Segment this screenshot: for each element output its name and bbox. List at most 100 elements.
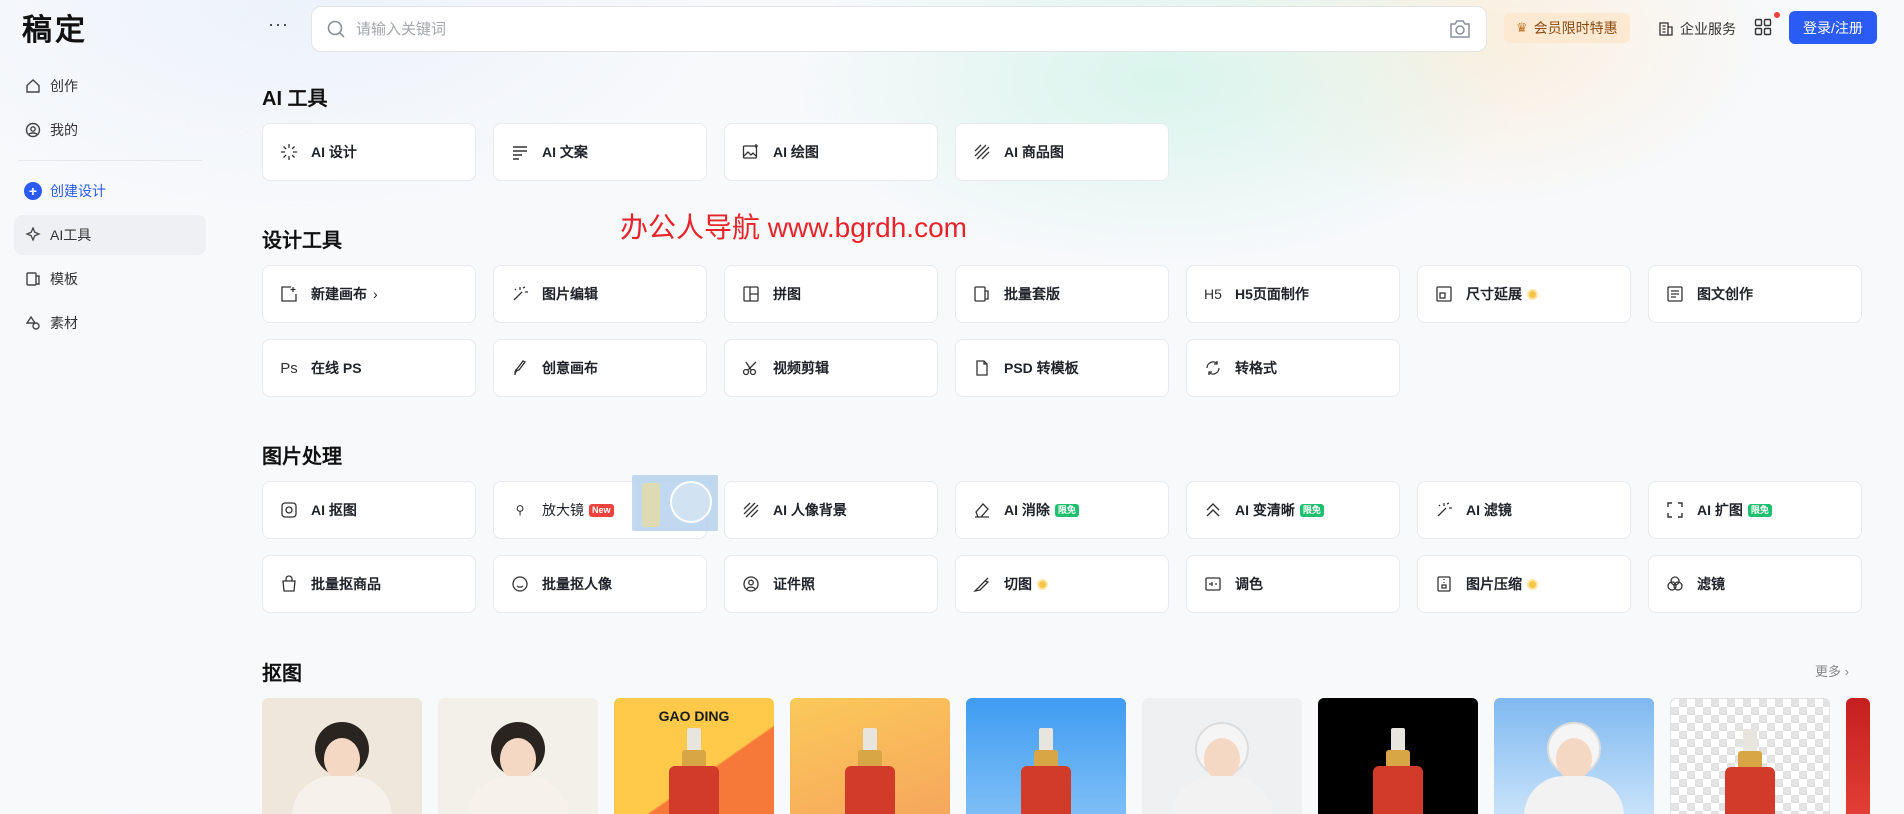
thumb-gaoding-bottle[interactable]: GAO DING xyxy=(614,698,774,814)
bottle-cap-shape xyxy=(687,728,701,752)
thumb-bottle-blue[interactable] xyxy=(966,698,1126,814)
card-batch-product-cutout[interactable]: 批量抠商品 xyxy=(262,555,476,613)
thumb-bottle-orange[interactable] xyxy=(790,698,950,814)
free-badge: 限免 xyxy=(1054,503,1079,517)
document-icon xyxy=(1665,284,1685,304)
bottle-cap-shape xyxy=(1391,728,1405,752)
bottle-cap-shape xyxy=(1039,728,1053,752)
card-filter[interactable]: 滤镜 xyxy=(1648,555,1862,613)
plus-icon: + xyxy=(24,182,42,200)
magic-wand-icon xyxy=(1434,500,1454,520)
section-title-cutout: 抠图 xyxy=(262,663,302,685)
card-id-photo[interactable]: 证件照 xyxy=(724,555,938,613)
section-title-design-tools: 设计工具 xyxy=(262,230,342,252)
more-menu-icon[interactable]: ··· xyxy=(268,14,289,35)
sidebar-item-templates[interactable]: 模板 xyxy=(14,259,206,299)
stripes-icon xyxy=(972,142,992,162)
thumb-bottle-transparent[interactable] xyxy=(1670,698,1830,814)
thumb-girl-hat[interactable] xyxy=(1142,698,1302,814)
card-psd-to-template[interactable]: PSD 转模板 xyxy=(955,339,1169,397)
stripes-icon xyxy=(741,500,761,520)
app-logo[interactable]: 稿定 xyxy=(22,5,88,49)
home-icon xyxy=(24,77,42,95)
thumb-partial-red[interactable] xyxy=(1846,698,1870,814)
card-color-adjust[interactable]: 调色 xyxy=(1186,555,1400,613)
card-ai-product-image[interactable]: AI 商品图 xyxy=(955,123,1169,181)
card-image-compress[interactable]: 图片压缩 xyxy=(1417,555,1631,613)
card-online-ps[interactable]: Ps 在线 PS xyxy=(262,339,476,397)
more-link[interactable]: 更多 › xyxy=(1815,661,1849,680)
vip-coin-icon xyxy=(1527,578,1538,590)
camera-icon[interactable] xyxy=(1448,18,1472,40)
section-title-ai-tools: AI 工具 xyxy=(262,88,328,110)
card-batch-portrait-cutout[interactable]: 批量抠人像 xyxy=(493,555,707,613)
card-ai-copywriting[interactable]: AI 文案 xyxy=(493,123,707,181)
watermark-text: 办公人导航 www.bgrdh.com xyxy=(620,212,967,243)
card-ai-portrait-bg[interactable]: AI 人像背景 xyxy=(724,481,938,539)
shirt-shape xyxy=(468,776,568,814)
vip-offer-button[interactable]: ♛ 会员限时特惠 xyxy=(1504,13,1630,43)
sidebar-item-label: 我的 xyxy=(50,122,78,138)
card-slice-image[interactable]: 切图 xyxy=(955,555,1169,613)
shopping-bag-icon xyxy=(279,574,299,594)
sidebar-item-label: 创建设计 xyxy=(50,183,106,199)
card-new-canvas[interactable]: 新建画布 › xyxy=(262,265,476,323)
shirt-shape xyxy=(1524,776,1624,814)
card-batch-template[interactable]: 批量套版 xyxy=(955,265,1169,323)
brush-icon xyxy=(510,358,530,378)
shirt-shape xyxy=(292,776,392,814)
bottle-shape xyxy=(1021,766,1071,814)
card-size-extend[interactable]: 尺寸延展 xyxy=(1417,265,1631,323)
card-image-edit[interactable]: 图片编辑 xyxy=(493,265,707,323)
card-ai-expand[interactable]: AI 扩图 限免 xyxy=(1648,481,1862,539)
thumb-mother-baby[interactable] xyxy=(262,698,422,814)
card-collage[interactable]: 拼图 xyxy=(724,265,938,323)
sidebar-divider xyxy=(18,160,202,161)
magic-wand-icon xyxy=(510,284,530,304)
card-ai-erase[interactable]: AI 消除 限免 xyxy=(955,481,1169,539)
collage-icon xyxy=(741,284,761,304)
sidebar-item-create-design[interactable]: + 创建设计 xyxy=(14,171,206,211)
apps-grid-icon[interactable] xyxy=(1754,12,1780,38)
search-bar xyxy=(311,6,1487,52)
free-badge: 限免 xyxy=(1747,503,1772,517)
section-title-image-processing: 图片处理 xyxy=(262,446,342,468)
login-register-button[interactable]: 登录/注册 xyxy=(1789,11,1877,44)
card-ai-filter[interactable]: AI 滤镜 xyxy=(1417,481,1631,539)
material-icon xyxy=(24,314,42,332)
bottle-shape xyxy=(669,766,719,814)
face-shape xyxy=(1204,738,1240,780)
eraser-icon xyxy=(972,500,992,520)
search-input[interactable] xyxy=(356,20,1448,38)
card-ai-drawing[interactable]: AI 绘图 xyxy=(724,123,938,181)
h5-icon: H5 xyxy=(1204,286,1222,302)
card-graphic-creation[interactable]: 图文创作 xyxy=(1648,265,1862,323)
sidebar-item-mine[interactable]: 我的 xyxy=(14,110,206,150)
zip-icon xyxy=(1434,574,1454,594)
card-ai-design[interactable]: AI 设计 xyxy=(262,123,476,181)
vip-coin-icon xyxy=(1037,578,1048,590)
sidebar-item-create[interactable]: 创作 xyxy=(14,66,206,106)
card-ai-sharpen[interactable]: AI 变清晰 限免 xyxy=(1186,481,1400,539)
gaoding-brand-text: GAO DING xyxy=(658,708,730,724)
sidebar-item-label: 模板 xyxy=(50,271,78,287)
magic-wand-icon xyxy=(279,142,299,162)
thumb-bottle-black[interactable] xyxy=(1318,698,1478,814)
card-ai-cutout[interactable]: AI 抠图 xyxy=(262,481,476,539)
face-icon xyxy=(510,574,530,594)
sidebar-item-materials[interactable]: 素材 xyxy=(14,303,206,343)
refresh-icon xyxy=(1203,358,1223,378)
sidebar-item-ai-tools[interactable]: AI工具 xyxy=(14,215,206,255)
thumb-girl-butterflies[interactable] xyxy=(1494,698,1654,814)
batch-icon xyxy=(972,284,992,304)
sidebar-item-label: AI工具 xyxy=(50,227,92,243)
enterprise-service-link[interactable]: 企业服务 xyxy=(1658,19,1736,39)
thumb-mother-baby-alt[interactable] xyxy=(438,698,598,814)
card-convert-format[interactable]: 转格式 xyxy=(1186,339,1400,397)
card-h5-page[interactable]: H5 H5页面制作 xyxy=(1186,265,1400,323)
card-creative-canvas[interactable]: 创意画布 xyxy=(493,339,707,397)
face-shape xyxy=(324,738,360,780)
bottle-cap-shape xyxy=(1743,729,1757,753)
card-video-edit[interactable]: 视频剪辑 xyxy=(724,339,938,397)
new-badge: New xyxy=(589,503,614,517)
